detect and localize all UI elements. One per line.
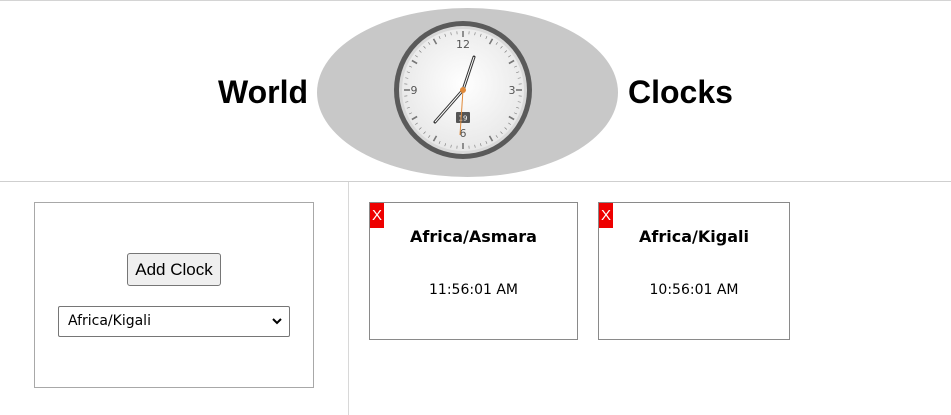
clock-card-asmara: X Africa/Asmara 11:56:01 AM [369, 202, 578, 340]
clock-card-time: 10:56:01 AM [649, 282, 739, 298]
clock-card-kigali: X Africa/Kigali 10:56:01 AM [598, 202, 790, 340]
title-word-left: World [218, 74, 309, 110]
clock-numeral-3: 3 [509, 84, 516, 97]
vertical-divider [348, 182, 349, 415]
add-clock-button[interactable]: Add Clock [127, 253, 221, 286]
timezone-select[interactable]: Africa/Kigali [58, 306, 290, 337]
clock-date: 19 [459, 115, 468, 123]
header-divider [0, 181, 951, 182]
clock-card-zone: Africa/Kigali [639, 227, 749, 246]
clock-numeral-9: 9 [411, 84, 418, 97]
timezone-select-value: Africa/Kigali [68, 313, 151, 329]
chevron-down-icon [272, 318, 282, 325]
remove-clock-button[interactable]: X [370, 203, 384, 228]
page-header: World 12 3 6 9 19 Clocks [0, 1, 951, 181]
clock-card-zone: Africa/Asmara [410, 227, 537, 246]
analog-clock-icon: 12 3 6 9 19 [394, 21, 532, 159]
clock-numeral-12: 12 [456, 38, 470, 51]
add-clock-panel [34, 202, 314, 388]
remove-clock-button[interactable]: X [599, 203, 613, 228]
clock-card-time: 11:56:01 AM [429, 282, 518, 298]
title-word-right: Clocks [628, 74, 733, 110]
